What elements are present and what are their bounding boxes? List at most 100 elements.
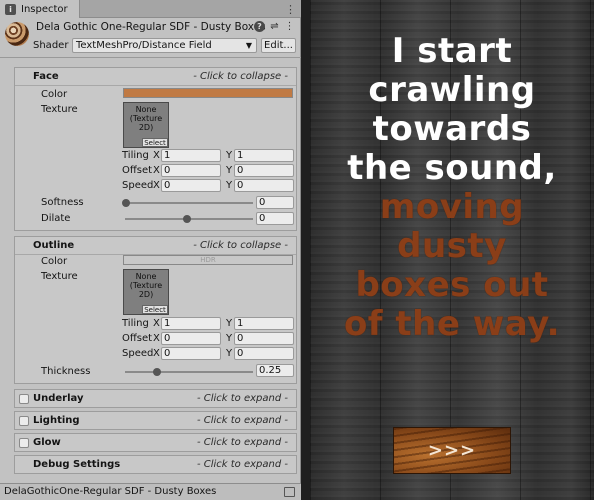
debug-settings-expand-hint[interactable]: - Click to expand - (197, 459, 288, 470)
face-section-header[interactable]: Face - Click to collapse - (15, 68, 296, 86)
outline-tiling-label: Tiling (122, 318, 149, 329)
panel-divider[interactable] (301, 0, 310, 500)
outline-tiling-x-field[interactable]: 1 (161, 317, 221, 330)
outline-thickness-knob[interactable] (153, 368, 161, 376)
game-view: I start crawling towards the sound, movi… (310, 0, 594, 500)
shader-dropdown[interactable]: TextMeshPro/Distance Field ▼ (72, 38, 257, 53)
tab-inspector[interactable]: i Inspector (0, 0, 80, 18)
face-speed-x-field[interactable]: 0 (161, 179, 221, 192)
outline-thickness-field[interactable]: 0.25 (256, 364, 294, 377)
face-offset-x-label: X (153, 165, 160, 176)
face-speed-y-field[interactable]: 0 (234, 179, 294, 192)
outline-collapse-hint[interactable]: - Click to collapse - (193, 240, 288, 251)
face-texture-select-button[interactable]: Select (142, 138, 168, 147)
asset-footer: DelaGothicOne-Regular SDF - Dusty Boxes (0, 483, 301, 500)
underlay-section[interactable]: Underlay - Click to expand - (14, 389, 297, 408)
face-dilate-field[interactable]: 0 (256, 212, 294, 225)
tab-menu-icon[interactable]: ⋮ (285, 3, 296, 16)
face-collapse-hint[interactable]: - Click to collapse - (193, 71, 288, 82)
face-texture-label: Texture (41, 104, 78, 115)
face-dilate-knob[interactable] (183, 215, 191, 223)
inspector-panel: i Inspector ⋮ Dela Gothic One-Regular SD… (0, 0, 301, 500)
underlay-checkbox[interactable] (19, 394, 29, 404)
lighting-checkbox[interactable] (19, 416, 29, 426)
story-line: towards (372, 109, 532, 149)
lighting-section[interactable]: Lighting - Click to expand - (14, 411, 297, 430)
face-color-label: Color (41, 89, 68, 100)
outline-tiling-y-field[interactable]: 1 (234, 317, 294, 330)
debug-settings-title: Debug Settings (33, 459, 121, 470)
underlay-title: Underlay (33, 393, 84, 404)
face-tiling-y-field[interactable]: 1 (234, 149, 294, 162)
face-texture-slot[interactable]: None (Texture 2D) Select (123, 102, 169, 148)
story-line-dusty: moving (379, 187, 525, 227)
glow-checkbox[interactable] (19, 438, 29, 448)
outline-section-header[interactable]: Outline - Click to collapse - (15, 237, 296, 255)
outline-section: Outline - Click to collapse - Color HDR … (14, 236, 297, 384)
face-offset-y-field[interactable]: 0 (234, 164, 294, 177)
debug-settings-section[interactable]: Debug Settings - Click to expand - (14, 455, 297, 474)
outline-offset-y-field[interactable]: 0 (234, 332, 294, 345)
outline-offset-label: Offset (122, 333, 153, 344)
outline-offset-x-field[interactable]: 0 (161, 332, 221, 345)
lighting-title: Lighting (33, 415, 80, 426)
next-arrows-label: >>> (427, 440, 477, 461)
story-line: I start (391, 31, 513, 71)
outline-speed-x-field[interactable]: 0 (161, 347, 221, 360)
face-speed-label: Speed (122, 180, 154, 191)
outline-texture-name: None (Texture 2D) (129, 272, 163, 299)
face-offset-label: Offset (122, 165, 153, 176)
outline-speed-x-label: X (153, 348, 160, 359)
outline-texture-select-button[interactable]: Select (142, 305, 168, 314)
outline-thickness-label: Thickness (41, 366, 91, 377)
outline-speed-y-label: Y (226, 348, 233, 359)
story-text: I start crawling towards the sound, movi… (310, 32, 594, 344)
story-line-dusty: of the way. (343, 304, 561, 344)
story-line: the sound, (347, 148, 557, 188)
story-line-dusty: dusty (397, 226, 507, 266)
glow-expand-hint[interactable]: - Click to expand - (197, 437, 288, 448)
material-title: Dela Gothic One-Regular SDF - Dusty Boxe… (36, 21, 266, 33)
outline-thickness-slider[interactable] (125, 371, 253, 373)
material-thumbnail (5, 22, 29, 46)
face-tiling-label: Tiling (122, 150, 149, 161)
outline-speed-y-field[interactable]: 0 (234, 347, 294, 360)
context-menu-icon[interactable]: ⋮ (284, 21, 295, 32)
next-button[interactable]: >>> (393, 427, 511, 474)
face-dilate-label: Dilate (41, 213, 71, 224)
outline-tiling-x-label: X (153, 318, 160, 329)
face-softness-slider[interactable] (125, 202, 253, 204)
outline-color-label: Color (41, 256, 68, 267)
outline-texture-slot[interactable]: None (Texture 2D) Select (123, 269, 169, 315)
outline-speed-label: Speed (122, 348, 154, 359)
story-line-dusty: boxes out (355, 265, 549, 305)
face-tiling-x-label: X (153, 150, 160, 161)
shader-label: Shader (33, 40, 69, 51)
preset-sliders-icon[interactable]: ⇌ (269, 21, 280, 32)
face-tiling-y-label: Y (226, 150, 233, 161)
outline-color-swatch[interactable]: HDR (123, 255, 293, 265)
glow-section[interactable]: Glow - Click to expand - (14, 433, 297, 452)
preview-toggle-icon[interactable] (284, 487, 295, 497)
outline-offset-y-label: Y (226, 333, 233, 344)
edit-shader-button[interactable]: Edit... (261, 38, 296, 53)
face-texture-name: None (Texture 2D) (129, 105, 163, 132)
shader-value: TextMeshPro/Distance Field (76, 40, 212, 51)
face-softness-knob[interactable] (122, 199, 130, 207)
underlay-expand-hint[interactable]: - Click to expand - (197, 393, 288, 404)
face-speed-x-label: X (153, 180, 160, 191)
face-offset-x-field[interactable]: 0 (161, 164, 221, 177)
glow-title: Glow (33, 437, 61, 448)
face-speed-y-label: Y (226, 180, 233, 191)
header-icons: ? ⇌ ⋮ (254, 21, 295, 32)
footer-asset-name: DelaGothicOne-Regular SDF - Dusty Boxes (4, 486, 217, 497)
help-icon[interactable]: ? (254, 21, 265, 32)
face-color-swatch[interactable] (123, 88, 293, 98)
face-tiling-x-field[interactable]: 1 (161, 149, 221, 162)
face-title: Face (33, 71, 59, 82)
tab-bar: i Inspector ⋮ (0, 0, 301, 18)
outline-title: Outline (33, 240, 75, 251)
face-offset-y-label: Y (226, 165, 233, 176)
lighting-expand-hint[interactable]: - Click to expand - (197, 415, 288, 426)
face-softness-field[interactable]: 0 (256, 196, 294, 209)
